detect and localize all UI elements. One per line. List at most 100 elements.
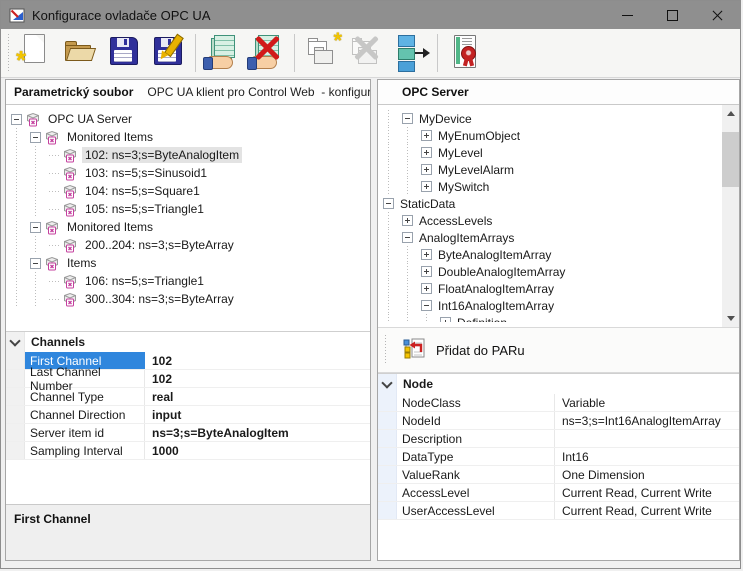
property-row[interactable]: NodeClassVariable	[378, 394, 739, 412]
property-label[interactable]: Last Channel Number	[25, 370, 145, 387]
tree-item[interactable]: StaticData	[382, 195, 720, 212]
property-row[interactable]: Channel Directioninput	[6, 406, 370, 424]
expand-icon[interactable]	[421, 249, 432, 260]
property-label[interactable]: ValueRank	[397, 466, 555, 483]
property-label[interactable]: Description	[397, 430, 555, 447]
property-label[interactable]: UserAccessLevel	[397, 502, 555, 519]
tree-item[interactable]: 106: ns=5;s=Triangle1	[10, 272, 368, 290]
scroll-up-button[interactable]	[722, 105, 739, 122]
expand-icon[interactable]	[421, 181, 432, 192]
property-row[interactable]: Last Channel Number102	[6, 370, 370, 388]
property-value[interactable]: 102	[145, 352, 370, 369]
tree-item[interactable]: 104: ns=5;s=Square1	[10, 182, 368, 200]
property-row[interactable]: ValueRankOne Dimension	[378, 466, 739, 484]
collapse-chevron-icon[interactable]	[9, 335, 20, 346]
maximize-button[interactable]	[650, 1, 695, 29]
toolbar-grip[interactable]	[6, 34, 11, 72]
collapse-icon[interactable]	[383, 198, 394, 209]
new-file-button[interactable]: *	[14, 31, 58, 75]
collapse-icon[interactable]	[30, 222, 41, 233]
property-value[interactable]: Variable	[555, 394, 739, 411]
tree-item[interactable]: Int16AnalogItemArray	[382, 297, 720, 314]
property-value[interactable]: ns=3;s=Int16AnalogItemArray	[555, 412, 739, 429]
property-value[interactable]	[555, 430, 739, 447]
tree-item[interactable]: 300..304: ns=3;s=ByteArray	[10, 290, 368, 308]
tree-item[interactable]: 200..204: ns=3;s=ByteArray	[10, 236, 368, 254]
tree-item[interactable]: FloatAnalogItemArray	[382, 280, 720, 297]
tree-item[interactable]: 103: ns=5;s=Sinusoid1	[10, 164, 368, 182]
property-row[interactable]: UserAccessLevelCurrent Read, Current Wri…	[378, 502, 739, 520]
collapse-chevron-icon[interactable]	[381, 377, 392, 388]
add-to-par-button[interactable]: Přidat do PARu	[394, 333, 533, 368]
property-value[interactable]: Current Read, Current Write	[555, 502, 739, 519]
property-value[interactable]: input	[145, 406, 370, 423]
close-button[interactable]	[695, 1, 740, 29]
property-label[interactable]: NodeId	[397, 412, 555, 429]
collapse-icon[interactable]	[402, 232, 413, 243]
property-row[interactable]: Channel Typereal	[6, 388, 370, 406]
scroll-down-button[interactable]	[722, 310, 739, 327]
property-value[interactable]: real	[145, 388, 370, 405]
tree-item[interactable]: MyDevice	[382, 110, 720, 127]
property-row[interactable]: Sampling Interval1000	[6, 442, 370, 460]
property-row[interactable]: Server item idns=3;s=ByteAnalogItem	[6, 424, 370, 442]
property-value[interactable]: 1000	[145, 442, 370, 459]
tree-item[interactable]: Items	[10, 254, 368, 272]
save-file-button[interactable]	[102, 31, 146, 75]
collapse-icon[interactable]	[402, 113, 413, 124]
tree-item[interactable]: 102: ns=3;s=ByteAnalogItem	[10, 146, 368, 164]
property-value[interactable]: 102	[145, 370, 370, 387]
property-label[interactable]: NodeClass	[397, 394, 555, 411]
tree-item[interactable]: ByteAnalogItemArray	[382, 246, 720, 263]
expand-icon[interactable]	[421, 266, 432, 277]
property-label[interactable]: DataType	[397, 448, 555, 465]
property-value[interactable]: Int16	[555, 448, 739, 465]
expand-icon[interactable]	[421, 130, 432, 141]
expand-icon[interactable]	[421, 164, 432, 175]
tree-item[interactable]: MyLevel	[382, 144, 720, 161]
property-value[interactable]: One Dimension	[555, 466, 739, 483]
tree-item[interactable]: MySwitch	[382, 178, 720, 195]
delete-channels-button[interactable]	[245, 31, 289, 75]
save-file-as-button[interactable]	[146, 31, 190, 75]
open-file-button[interactable]	[58, 31, 102, 75]
collapse-icon[interactable]	[30, 258, 41, 269]
tree-item[interactable]: MyEnumObject	[382, 127, 720, 144]
minimize-button[interactable]	[605, 1, 650, 29]
license-button[interactable]	[443, 31, 487, 75]
tree-item[interactable]: OPC UA Server	[10, 110, 368, 128]
collapse-icon[interactable]	[11, 114, 22, 125]
property-row[interactable]: AccessLevelCurrent Read, Current Write	[378, 484, 739, 502]
new-group-button[interactable]: *	[300, 31, 344, 75]
export-structure-button[interactable]	[388, 31, 432, 75]
insert-channels-button[interactable]	[201, 31, 245, 75]
tree-item[interactable]: 105: ns=5;s=Triangle1	[10, 200, 368, 218]
toolbar-grip[interactable]	[383, 335, 388, 365]
tree-item[interactable]: Definition	[382, 314, 720, 322]
property-row[interactable]: NodeIdns=3;s=Int16AnalogItemArray	[378, 412, 739, 430]
expand-icon[interactable]	[421, 283, 432, 294]
property-label[interactable]: AccessLevel	[397, 484, 555, 501]
property-label[interactable]: Server item id	[25, 424, 145, 441]
expand-icon[interactable]	[421, 147, 432, 158]
collapse-icon[interactable]	[421, 300, 432, 311]
scrollbar-thumb[interactable]	[722, 132, 739, 187]
expand-icon[interactable]	[440, 317, 451, 322]
tree-item[interactable]: AnalogItemArrays	[382, 229, 720, 246]
property-value[interactable]: ns=3;s=ByteAnalogItem	[145, 424, 370, 441]
property-value[interactable]: Current Read, Current Write	[555, 484, 739, 501]
property-label[interactable]: Channel Type	[25, 388, 145, 405]
property-row[interactable]: DataTypeInt16	[378, 448, 739, 466]
expand-icon[interactable]	[402, 215, 413, 226]
vertical-scrollbar[interactable]	[722, 105, 739, 327]
property-row[interactable]: Description	[378, 430, 739, 448]
tree-item[interactable]: Monitored Items	[10, 218, 368, 236]
grid-title: Channels	[31, 335, 85, 349]
property-label[interactable]: Sampling Interval	[25, 442, 145, 459]
tree-item[interactable]: DoubleAnalogItemArray	[382, 263, 720, 280]
collapse-icon[interactable]	[30, 132, 41, 143]
tree-item[interactable]: AccessLevels	[382, 212, 720, 229]
tree-item[interactable]: MyLevelAlarm	[382, 161, 720, 178]
property-label[interactable]: Channel Direction	[25, 406, 145, 423]
tree-item[interactable]: Monitored Items	[10, 128, 368, 146]
